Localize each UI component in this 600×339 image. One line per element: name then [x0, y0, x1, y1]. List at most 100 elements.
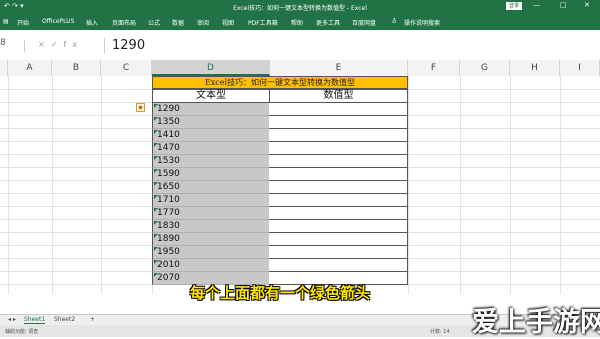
- error-indicator-icon[interactable]: [154, 156, 158, 160]
- column-header-b[interactable]: B: [52, 60, 101, 76]
- tab-insert[interactable]: 插入: [86, 18, 98, 27]
- divider: [104, 38, 105, 54]
- number-value-cell[interactable]: [269, 142, 408, 155]
- text-value-cell[interactable]: 1890: [152, 233, 270, 246]
- cell-value: 1710: [157, 195, 180, 205]
- login-button[interactable]: 登录: [506, 2, 522, 10]
- text-value-cell[interactable]: 1290: [152, 103, 270, 116]
- formula-input[interactable]: 1290: [112, 38, 145, 53]
- text-value-cell[interactable]: 1410: [152, 129, 270, 142]
- number-value-cell[interactable]: [269, 116, 408, 129]
- file-icon[interactable]: ▤: [3, 18, 9, 25]
- error-indicator-icon[interactable]: [154, 208, 158, 212]
- error-indicator-icon[interactable]: [154, 143, 158, 147]
- tab-pdf-tools[interactable]: PDF工具箱: [248, 18, 278, 27]
- error-indicator-icon[interactable]: [154, 234, 158, 238]
- watermark-logo: 爱上手游网: [472, 307, 600, 338]
- error-indicator-icon[interactable]: [154, 104, 158, 108]
- add-sheet-icon[interactable]: +: [90, 316, 95, 323]
- column-header-i[interactable]: I: [560, 60, 600, 76]
- tab-help[interactable]: 帮助: [291, 18, 303, 27]
- text-value-cell[interactable]: 1950: [152, 246, 270, 259]
- cell-value: 1290: [157, 104, 180, 114]
- error-indicator-icon[interactable]: [154, 182, 158, 186]
- number-value-cell[interactable]: [269, 168, 408, 181]
- text-value-cell[interactable]: 2010: [152, 259, 270, 272]
- enter-icon[interactable]: ✓: [51, 40, 64, 49]
- text-value-cell[interactable]: 1530: [152, 155, 270, 168]
- column-header-h[interactable]: H: [510, 60, 560, 76]
- nav-arrows-icon[interactable]: ◂ ▸: [8, 316, 16, 323]
- cancel-icon[interactable]: ×: [38, 40, 51, 49]
- maximize-icon[interactable]: □: [560, 1, 567, 9]
- column-header-c[interactable]: C: [101, 60, 152, 76]
- text-value-cell[interactable]: 1470: [152, 142, 270, 155]
- error-indicator-icon[interactable]: [154, 247, 158, 251]
- column-header-g[interactable]: G: [460, 60, 510, 76]
- cell-value: 2070: [157, 273, 180, 283]
- error-indicator-icon[interactable]: [154, 195, 158, 199]
- number-value-cell[interactable]: [269, 207, 408, 220]
- text-value-cell[interactable]: 1350: [152, 116, 270, 129]
- sheet-tab-sheet2[interactable]: Sheet2: [54, 316, 75, 323]
- error-indicator-icon[interactable]: [154, 169, 158, 173]
- text-value-cell[interactable]: 1590: [152, 168, 270, 181]
- error-indicator-icon[interactable]: [154, 260, 158, 264]
- number-value-cell[interactable]: [269, 129, 408, 142]
- lightbulb-icon: ♁: [392, 18, 397, 25]
- number-value-cell[interactable]: [269, 103, 408, 116]
- grid-line: [460, 76, 461, 294]
- tab-data[interactable]: 数据: [172, 18, 184, 27]
- grid-line: [101, 76, 102, 294]
- column-header-f[interactable]: F: [408, 60, 460, 76]
- cell-value: 1890: [157, 234, 180, 244]
- column-header-d[interactable]: D: [152, 60, 270, 76]
- grid-line: [510, 76, 511, 294]
- text-value-cell[interactable]: 1830: [152, 220, 270, 233]
- error-indicator-icon[interactable]: [154, 221, 158, 225]
- select-all-corner[interactable]: [0, 60, 8, 76]
- header-cell-number-type[interactable]: 数值型: [269, 89, 408, 103]
- tab-page-layout[interactable]: 页面布局: [112, 18, 136, 27]
- tab-view[interactable]: 视图: [222, 18, 234, 27]
- column-header-a[interactable]: A: [8, 60, 52, 76]
- name-box[interactable]: 8: [0, 38, 20, 54]
- tab-home[interactable]: 开始: [17, 18, 29, 27]
- cell-value: 1470: [157, 143, 180, 153]
- number-value-cell[interactable]: [269, 259, 408, 272]
- cell-value: 1770: [157, 208, 180, 218]
- tab-review[interactable]: 审阅: [197, 18, 209, 27]
- formula-bar: 8 ×✓fx 1290: [0, 30, 600, 61]
- tab-formulas[interactable]: 公式: [148, 18, 160, 27]
- tab-officeplus[interactable]: OfficePLUS: [42, 18, 74, 25]
- number-value-cell[interactable]: [269, 181, 408, 194]
- text-value-cell[interactable]: 1770: [152, 207, 270, 220]
- tab-more-tools[interactable]: 更多工具: [316, 18, 340, 27]
- grid-line: [8, 76, 9, 294]
- column-header-e[interactable]: E: [270, 60, 408, 76]
- error-indicator-icon[interactable]: [154, 273, 158, 277]
- cell-value: 1410: [157, 130, 180, 140]
- cell-value: 1530: [157, 156, 180, 166]
- number-value-cell[interactable]: [269, 246, 408, 259]
- ribbon-tabs: ▤ 开始 OfficePLUS 插入 页面布局 公式 数据 审阅 视图 PDF工…: [0, 13, 600, 30]
- header-cell-text-type[interactable]: 文本型: [152, 89, 270, 103]
- insert-function-icon[interactable]: fx: [63, 40, 83, 49]
- text-value-cell[interactable]: 1650: [152, 181, 270, 194]
- error-indicator-icon[interactable]: [154, 130, 158, 134]
- error-indicator-icon[interactable]: [154, 117, 158, 121]
- number-value-cell[interactable]: [269, 233, 408, 246]
- paste-options-icon[interactable]: ◆: [136, 103, 145, 112]
- number-value-cell[interactable]: [269, 194, 408, 207]
- number-value-cell[interactable]: [269, 155, 408, 168]
- text-value-cell[interactable]: 1710: [152, 194, 270, 207]
- close-icon[interactable]: ✕: [584, 1, 590, 9]
- tab-baidu-netdisk[interactable]: 百度网盘: [352, 18, 376, 27]
- formula-icons: ×✓fx: [38, 40, 83, 49]
- status-left: 辅助功能: 调查: [5, 329, 39, 335]
- minimize-icon[interactable]: —: [533, 1, 540, 9]
- sheet-tab-sheet1[interactable]: Sheet1: [24, 316, 46, 324]
- tell-me-search[interactable]: 操作说明搜索: [404, 18, 440, 27]
- title-banner-cell[interactable]: Excel技巧：如何一键文本型转换为数值型: [152, 76, 408, 89]
- number-value-cell[interactable]: [269, 220, 408, 233]
